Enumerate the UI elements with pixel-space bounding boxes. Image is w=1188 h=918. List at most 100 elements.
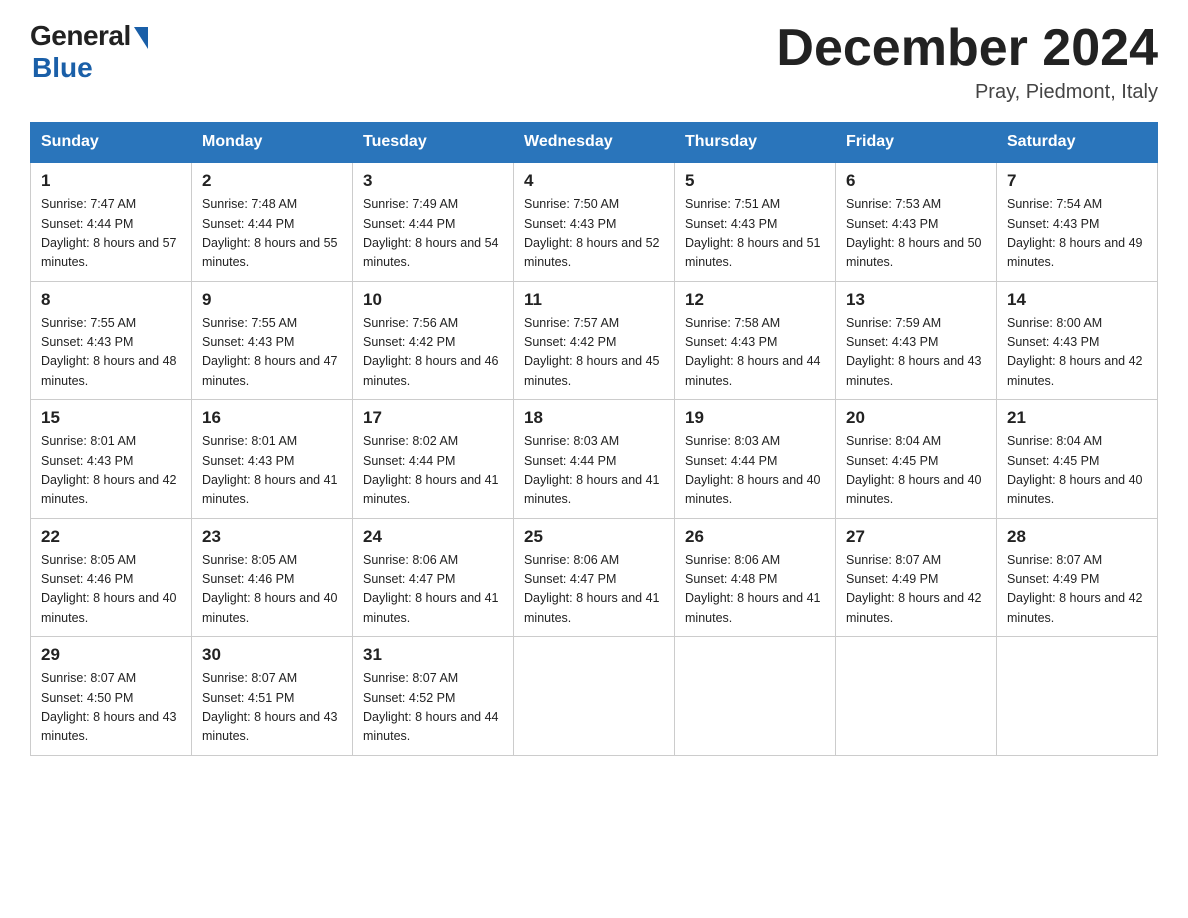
day-number: 30 [202,645,342,665]
day-number: 27 [846,527,986,547]
day-number: 13 [846,290,986,310]
day-info: Sunrise: 8:06 AMSunset: 4:47 PMDaylight:… [363,551,503,629]
calendar-week-row: 15 Sunrise: 8:01 AMSunset: 4:43 PMDayligh… [31,400,1158,519]
day-info: Sunrise: 8:02 AMSunset: 4:44 PMDaylight:… [363,432,503,510]
calendar-cell: 16 Sunrise: 8:01 AMSunset: 4:43 PMDayligh… [192,400,353,519]
day-info: Sunrise: 8:06 AMSunset: 4:48 PMDaylight:… [685,551,825,629]
day-info: Sunrise: 7:57 AMSunset: 4:42 PMDaylight:… [524,314,664,392]
day-info: Sunrise: 8:07 AMSunset: 4:51 PMDaylight:… [202,669,342,747]
day-number: 7 [1007,171,1147,191]
day-number: 14 [1007,290,1147,310]
day-info: Sunrise: 7:54 AMSunset: 4:43 PMDaylight:… [1007,195,1147,273]
calendar-cell: 29 Sunrise: 8:07 AMSunset: 4:50 PMDayligh… [31,637,192,756]
weekday-header-sunday: Sunday [31,123,192,163]
day-number: 4 [524,171,664,191]
day-info: Sunrise: 7:55 AMSunset: 4:43 PMDaylight:… [202,314,342,392]
day-info: Sunrise: 8:04 AMSunset: 4:45 PMDaylight:… [846,432,986,510]
calendar-cell: 31Sunrise: 8:07 AMSunset: 4:52 PMDayligh… [353,637,514,756]
calendar-cell: 27Sunrise: 8:07 AMSunset: 4:49 PMDayligh… [836,518,997,637]
day-number: 3 [363,171,503,191]
calendar-cell: 13 Sunrise: 7:59 AMSunset: 4:43 PMDayligh… [836,281,997,400]
calendar-cell: 21Sunrise: 8:04 AMSunset: 4:45 PMDayligh… [997,400,1158,519]
day-number: 31 [363,645,503,665]
day-info: Sunrise: 7:53 AMSunset: 4:43 PMDaylight:… [846,195,986,273]
day-info: Sunrise: 8:06 AMSunset: 4:47 PMDaylight:… [524,551,664,629]
day-info: Sunrise: 7:48 AMSunset: 4:44 PMDaylight:… [202,195,342,273]
calendar-cell: 14 Sunrise: 8:00 AMSunset: 4:43 PMDayligh… [997,281,1158,400]
day-info: Sunrise: 8:07 AMSunset: 4:49 PMDaylight:… [1007,551,1147,629]
day-number: 17 [363,408,503,428]
day-info: Sunrise: 7:49 AMSunset: 4:44 PMDaylight:… [363,195,503,273]
logo-blue-text: Blue [32,52,93,84]
day-number: 22 [41,527,181,547]
day-number: 10 [363,290,503,310]
day-info: Sunrise: 8:00 AMSunset: 4:43 PMDaylight:… [1007,314,1147,392]
day-number: 24 [363,527,503,547]
day-number: 28 [1007,527,1147,547]
day-number: 20 [846,408,986,428]
calendar-cell: 22 Sunrise: 8:05 AMSunset: 4:46 PMDayligh… [31,518,192,637]
calendar-cell: 24 Sunrise: 8:06 AMSunset: 4:47 PMDayligh… [353,518,514,637]
calendar-cell: 11Sunrise: 7:57 AMSunset: 4:42 PMDayligh… [514,281,675,400]
weekday-header-row: SundayMondayTuesdayWednesdayThursdayFrid… [31,123,1158,163]
weekday-header-thursday: Thursday [675,123,836,163]
day-number: 1 [41,171,181,191]
day-info: Sunrise: 7:47 AMSunset: 4:44 PMDaylight:… [41,195,181,273]
day-info: Sunrise: 8:03 AMSunset: 4:44 PMDaylight:… [685,432,825,510]
weekday-header-wednesday: Wednesday [514,123,675,163]
day-info: Sunrise: 7:58 AMSunset: 4:43 PMDaylight:… [685,314,825,392]
calendar-cell: 19Sunrise: 8:03 AMSunset: 4:44 PMDayligh… [675,400,836,519]
calendar-cell: 20 Sunrise: 8:04 AMSunset: 4:45 PMDayligh… [836,400,997,519]
calendar-week-row: 22 Sunrise: 8:05 AMSunset: 4:46 PMDayligh… [31,518,1158,637]
calendar-cell: 28 Sunrise: 8:07 AMSunset: 4:49 PMDayligh… [997,518,1158,637]
logo-general-text: General [30,20,131,52]
calendar-cell: 26 Sunrise: 8:06 AMSunset: 4:48 PMDayligh… [675,518,836,637]
calendar-subtitle: Pray, Piedmont, Italy [776,81,1158,104]
day-number: 6 [846,171,986,191]
calendar-cell: 25 Sunrise: 8:06 AMSunset: 4:47 PMDayligh… [514,518,675,637]
calendar-week-row: 1 Sunrise: 7:47 AMSunset: 4:44 PMDaylight… [31,162,1158,281]
day-info: Sunrise: 7:56 AMSunset: 4:42 PMDaylight:… [363,314,503,392]
weekday-header-tuesday: Tuesday [353,123,514,163]
calendar-table: SundayMondayTuesdayWednesdayThursdayFrid… [30,122,1158,756]
calendar-cell: 8Sunrise: 7:55 AMSunset: 4:43 PMDaylight… [31,281,192,400]
day-number: 18 [524,408,664,428]
weekday-header-monday: Monday [192,123,353,163]
calendar-week-row: 29 Sunrise: 8:07 AMSunset: 4:50 PMDayligh… [31,637,1158,756]
calendar-cell: 3 Sunrise: 7:49 AMSunset: 4:44 PMDaylight… [353,162,514,281]
weekday-header-saturday: Saturday [997,123,1158,163]
calendar-week-row: 8 Sunrise: 7:55 AMSunset: 4:43 PMDaylight… [31,281,1158,400]
day-info: Sunrise: 7:59 AMSunset: 4:43 PMDaylight:… [846,314,986,392]
day-info: Sunrise: 8:01 AMSunset: 4:43 PMDaylight:… [202,432,342,510]
day-info: Sunrise: 7:50 AMSunset: 4:43 PMDaylight:… [524,195,664,273]
day-info: Sunrise: 8:03 AMSunset: 4:44 PMDaylight:… [524,432,664,510]
day-info: Sunrise: 7:51 AMSunset: 4:43 PMDaylight:… [685,195,825,273]
day-number: 29 [41,645,181,665]
calendar-cell: 10 Sunrise: 7:56 AMSunset: 4:42 PMDayligh… [353,281,514,400]
weekday-header-friday: Friday [836,123,997,163]
calendar-cell: 18 Sunrise: 8:03 AMSunset: 4:44 PMDayligh… [514,400,675,519]
day-number: 8 [41,290,181,310]
day-number: 5 [685,171,825,191]
calendar-cell: 4 Sunrise: 7:50 AMSunset: 4:43 PMDaylight… [514,162,675,281]
calendar-cell [675,637,836,756]
day-info: Sunrise: 8:01 AMSunset: 4:43 PMDaylight:… [41,432,181,510]
day-info: Sunrise: 8:05 AMSunset: 4:46 PMDaylight:… [41,551,181,629]
calendar-cell: 7 Sunrise: 7:54 AMSunset: 4:43 PMDaylight… [997,162,1158,281]
day-info: Sunrise: 8:04 AMSunset: 4:45 PMDaylight:… [1007,432,1147,510]
day-info: Sunrise: 8:07 AMSunset: 4:50 PMDaylight:… [41,669,181,747]
day-number: 16 [202,408,342,428]
calendar-cell [836,637,997,756]
calendar-cell: 5 Sunrise: 7:51 AMSunset: 4:43 PMDaylight… [675,162,836,281]
day-number: 25 [524,527,664,547]
calendar-title: December 2024 [776,20,1158,77]
calendar-cell: 30 Sunrise: 8:07 AMSunset: 4:51 PMDayligh… [192,637,353,756]
calendar-cell: 12Sunrise: 7:58 AMSunset: 4:43 PMDayligh… [675,281,836,400]
calendar-cell: 17 Sunrise: 8:02 AMSunset: 4:44 PMDayligh… [353,400,514,519]
calendar-cell: 9Sunrise: 7:55 AMSunset: 4:43 PMDaylight… [192,281,353,400]
logo-arrow-icon [134,27,148,49]
day-info: Sunrise: 8:05 AMSunset: 4:46 PMDaylight:… [202,551,342,629]
day-number: 26 [685,527,825,547]
day-number: 15 [41,408,181,428]
day-number: 2 [202,171,342,191]
